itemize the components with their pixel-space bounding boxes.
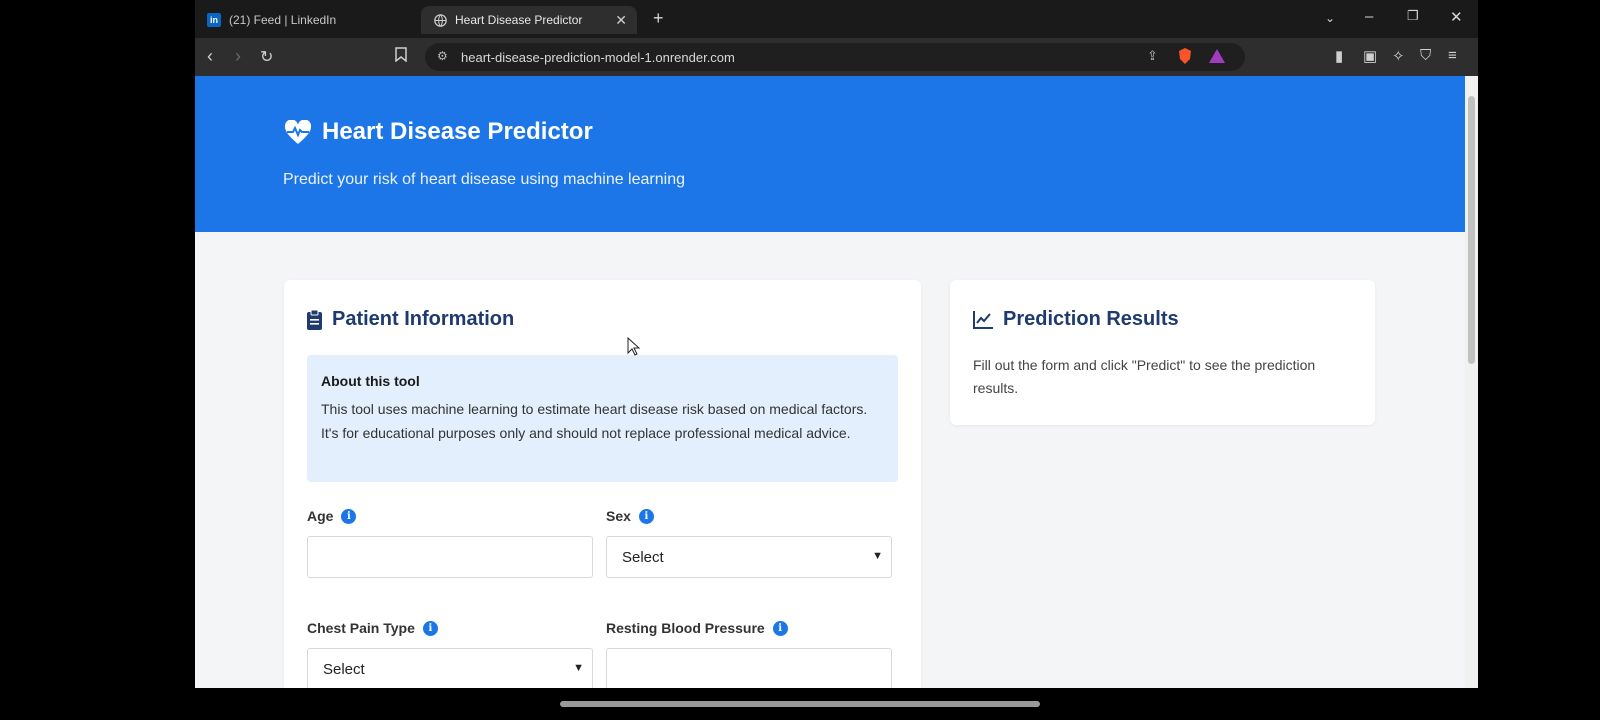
page-title-text: Heart Disease Predictor xyxy=(322,118,593,145)
brave-shield-icon[interactable] xyxy=(1177,47,1193,70)
age-label-text: Age xyxy=(307,508,334,524)
leo-ai-icon[interactable]: ✧ xyxy=(1392,47,1405,65)
back-icon[interactable]: ‹ xyxy=(207,46,213,67)
chest-pain-select-value: Select xyxy=(323,660,365,678)
patient-card-title-text: Patient Information xyxy=(332,308,515,330)
page-subtitle: Predict your risk of heart disease using… xyxy=(283,171,685,188)
chest-pain-select[interactable]: Select ▼ xyxy=(307,648,593,688)
restore-icon[interactable]: ❐ xyxy=(1407,8,1419,24)
age-input[interactable] xyxy=(307,536,593,578)
site-settings-icon[interactable]: ⚙ xyxy=(437,49,448,63)
chart-line-icon xyxy=(973,310,993,329)
sidebar-icon[interactable]: ▮ xyxy=(1335,47,1343,65)
hero-banner: Heart Disease Predictor Predict your ris… xyxy=(195,76,1465,232)
minimize-icon[interactable]: – xyxy=(1365,8,1373,25)
info-icon[interactable]: i xyxy=(422,620,438,636)
results-placeholder-text: Fill out the form and click "Predict" to… xyxy=(973,357,1316,396)
results-card-title-text: Prediction Results xyxy=(1003,308,1179,330)
tab-strip: in (21) Feed | LinkedIn Heart Disease Pr… xyxy=(195,0,1478,38)
tab-label: Heart Disease Predictor xyxy=(455,13,583,27)
tab-label: (21) Feed | LinkedIn xyxy=(229,13,337,27)
home-indicator-bar[interactable] xyxy=(560,701,1040,707)
prediction-results-card: Prediction Results Fill out the form and… xyxy=(950,280,1375,425)
about-text: This tool uses machine learning to estim… xyxy=(321,401,868,441)
bookmark-icon[interactable] xyxy=(395,47,407,66)
sex-label-text: Sex xyxy=(606,508,631,524)
info-icon[interactable]: i xyxy=(772,620,788,636)
clipboard-icon xyxy=(307,309,322,330)
resting-bp-input[interactable] xyxy=(606,648,892,688)
brave-rewards-icon[interactable] xyxy=(1209,49,1225,68)
scrollbar-thumb[interactable] xyxy=(1468,96,1475,364)
info-icon[interactable]: i xyxy=(341,508,357,524)
reload-icon[interactable]: ↻ xyxy=(260,47,273,67)
heart-pulse-icon xyxy=(284,119,312,144)
patient-card-title: Patient Information xyxy=(307,308,514,331)
menu-icon[interactable]: ≡ xyxy=(1448,47,1457,64)
about-title: About this tool xyxy=(321,373,420,389)
share-icon[interactable]: ⇪ xyxy=(1147,48,1158,64)
info-icon[interactable]: i xyxy=(638,508,654,524)
sex-label: Sex i xyxy=(606,508,654,524)
about-tool-box: About this tool This tool uses machine l… xyxy=(307,355,898,482)
page-scrollbar[interactable] xyxy=(1465,76,1478,688)
forward-icon[interactable]: › xyxy=(235,46,241,67)
wallet-icon[interactable]: ▣ xyxy=(1363,47,1377,65)
new-tab-icon[interactable]: + xyxy=(653,8,664,29)
results-card-title: Prediction Results xyxy=(973,308,1179,331)
sex-select[interactable]: Select ▼ xyxy=(606,536,892,578)
chest-pain-label-text: Chest Pain Type xyxy=(307,620,415,636)
vpn-shield-icon[interactable]: ⛉ xyxy=(1420,47,1431,64)
resting-bp-label-text: Resting Blood Pressure xyxy=(606,620,765,636)
page-title: Heart Disease Predictor xyxy=(284,118,593,146)
chevron-down-icon: ▼ xyxy=(573,662,584,674)
address-bar[interactable]: ⚙ heart-disease-prediction-model-1.onren… xyxy=(425,43,1245,71)
globe-icon xyxy=(433,13,447,27)
tab-linkedin[interactable]: in (21) Feed | LinkedIn xyxy=(207,6,412,34)
resting-bp-label: Resting Blood Pressure i xyxy=(606,620,788,636)
url-text: heart-disease-prediction-model-1.onrende… xyxy=(461,49,735,65)
close-window-icon[interactable]: ✕ xyxy=(1450,8,1463,26)
close-tab-icon[interactable]: ✕ xyxy=(615,12,627,29)
tab-heart-disease-predictor[interactable]: Heart Disease Predictor ✕ xyxy=(421,6,637,34)
sex-select-value: Select xyxy=(622,548,664,566)
browser-window: in (21) Feed | LinkedIn Heart Disease Pr… xyxy=(195,0,1478,688)
chest-pain-label: Chest Pain Type i xyxy=(307,620,438,636)
chevron-down-icon: ▼ xyxy=(872,550,883,562)
linkedin-icon: in xyxy=(207,13,221,27)
browser-toolbar: ‹ › ↻ ⚙ heart-disease-prediction-model-1… xyxy=(195,38,1478,76)
tab-search-chevron-icon[interactable]: ⌄ xyxy=(1325,11,1335,25)
web-page: Heart Disease Predictor Predict your ris… xyxy=(195,76,1465,688)
age-label: Age i xyxy=(307,508,357,524)
mouse-cursor-icon xyxy=(627,337,641,356)
patient-information-card: Patient Information About this tool This… xyxy=(284,280,921,688)
